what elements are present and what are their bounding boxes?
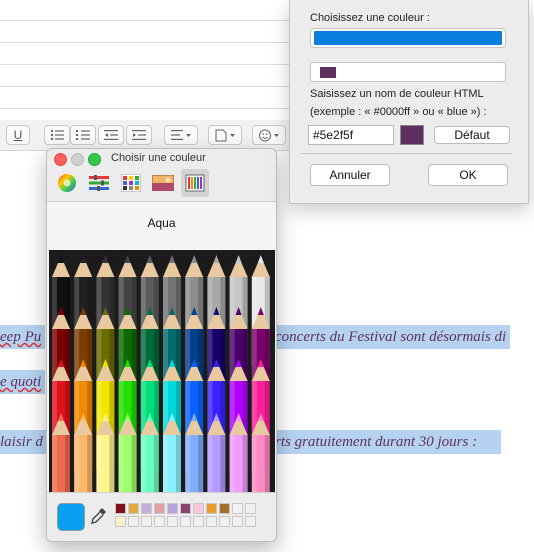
favorite-swatch[interactable] (219, 503, 230, 514)
align-left-icon (171, 130, 191, 140)
picker-mode-tabs (47, 169, 276, 199)
minimize-button[interactable] (71, 153, 84, 166)
outdent-icon (104, 130, 118, 140)
favorite-swatch[interactable] (245, 516, 256, 527)
document-text-line-3-right[interactable]: rts gratuitement durant 30 jours : (275, 430, 501, 454)
color-well-fill (314, 31, 502, 45)
alignment-menu-button[interactable] (164, 125, 198, 145)
color-well-blue[interactable] (310, 28, 506, 48)
favorite-swatch[interactable] (115, 516, 126, 527)
color-sliders-tab[interactable] (85, 169, 113, 197)
current-color-swatch[interactable] (57, 503, 85, 531)
favorite-swatch[interactable] (232, 516, 243, 527)
indent-icon (132, 130, 146, 140)
hex-color-input[interactable] (308, 125, 394, 145)
favorite-swatch[interactable] (180, 516, 191, 527)
favorite-swatch[interactable] (167, 503, 178, 514)
favorite-swatch[interactable] (141, 503, 152, 514)
close-button[interactable] (54, 153, 67, 166)
favorite-swatch[interactable] (193, 516, 204, 527)
text-fragment: e quoti (0, 374, 42, 390)
favorite-swatch[interactable] (128, 516, 139, 527)
document-text-line-3[interactable]: laisir d (0, 430, 47, 454)
picker-body: Aqua (47, 201, 276, 541)
favorite-swatch[interactable] (206, 503, 217, 514)
text-fragment: rts gratuitement durant 30 jours : (275, 434, 478, 450)
palette-grid-icon (121, 174, 141, 192)
favorite-swatch[interactable] (128, 503, 139, 514)
favorite-swatch[interactable] (154, 503, 165, 514)
pencil-box (49, 250, 275, 493)
cancel-button[interactable]: Annuler (310, 164, 390, 186)
numbered-list-button[interactable] (70, 125, 96, 145)
color-wheel-icon (58, 174, 76, 192)
favorite-swatch[interactable] (115, 503, 126, 514)
document-text-line-2[interactable]: e quoti (0, 370, 46, 394)
numbered-list-icon (76, 130, 90, 140)
choose-color-label: Choisissez une couleur : (310, 12, 430, 24)
underline-button[interactable]: U (6, 125, 30, 145)
color-picker-title: Choisir une couleur (111, 152, 206, 164)
color-picker-panel: Choisir une couleur Aqua (46, 148, 277, 542)
favorite-swatch[interactable] (245, 503, 256, 514)
decrease-indent-button[interactable] (98, 125, 124, 145)
picker-bottom-bar (47, 492, 276, 541)
dialog-separator (300, 153, 512, 154)
favorite-swatch[interactable] (141, 516, 152, 527)
document-text-line-1[interactable]: eep Pu (0, 325, 46, 349)
color-palettes-tab[interactable] (117, 169, 145, 197)
bullet-list-button[interactable] (44, 125, 70, 145)
html-name-label: Saisissez un nom de couleur HTML (310, 88, 484, 100)
text-fragment: concerts du Festival sont désormais di (275, 329, 507, 345)
text-fragment: laisir d (0, 434, 43, 450)
sliders-icon (89, 175, 109, 191)
text-fragment: eep Pu (0, 329, 42, 345)
document-icon (215, 129, 235, 141)
insert-menu-button[interactable] (208, 125, 242, 145)
emoji-menu-button[interactable] (252, 125, 286, 145)
hex-color-chip[interactable] (400, 125, 424, 145)
image-palettes-tab[interactable] (149, 169, 177, 197)
bullet-list-icon (50, 129, 64, 141)
favorite-swatch[interactable] (154, 516, 165, 527)
color-wheel-tab[interactable] (53, 169, 81, 197)
color-preview-well[interactable] (310, 62, 506, 82)
favorite-swatch[interactable] (180, 503, 191, 514)
html-color-dialog: Choisissez une couleur : Saisissez un no… (289, 0, 529, 204)
document-text-line-1-right[interactable]: concerts du Festival sont désormais di (275, 325, 511, 349)
image-landscape-icon (152, 175, 174, 191)
pencils-icon (185, 174, 205, 192)
favorite-swatch[interactable] (219, 516, 230, 527)
favorite-swatch[interactable] (206, 516, 217, 527)
favorite-swatch[interactable] (232, 503, 243, 514)
color-preview-chip (320, 67, 336, 78)
favorite-swatch[interactable] (193, 503, 204, 514)
increase-indent-button[interactable] (126, 125, 152, 145)
example-label: (exemple : « #0000ff » ou « blue ») : (310, 106, 487, 118)
default-button[interactable]: Défaut (434, 126, 510, 144)
formatting-toolbar: U (0, 120, 300, 151)
ok-button[interactable]: OK (428, 164, 508, 186)
eyedropper-icon[interactable] (91, 507, 107, 527)
zoom-button[interactable] (88, 153, 101, 166)
smiley-icon (259, 129, 279, 141)
color-picker-titlebar: Choisir une couleur (47, 149, 276, 169)
favorite-swatch[interactable] (167, 516, 178, 527)
selected-color-name: Aqua (147, 216, 176, 230)
pencils-tab[interactable] (181, 169, 209, 197)
